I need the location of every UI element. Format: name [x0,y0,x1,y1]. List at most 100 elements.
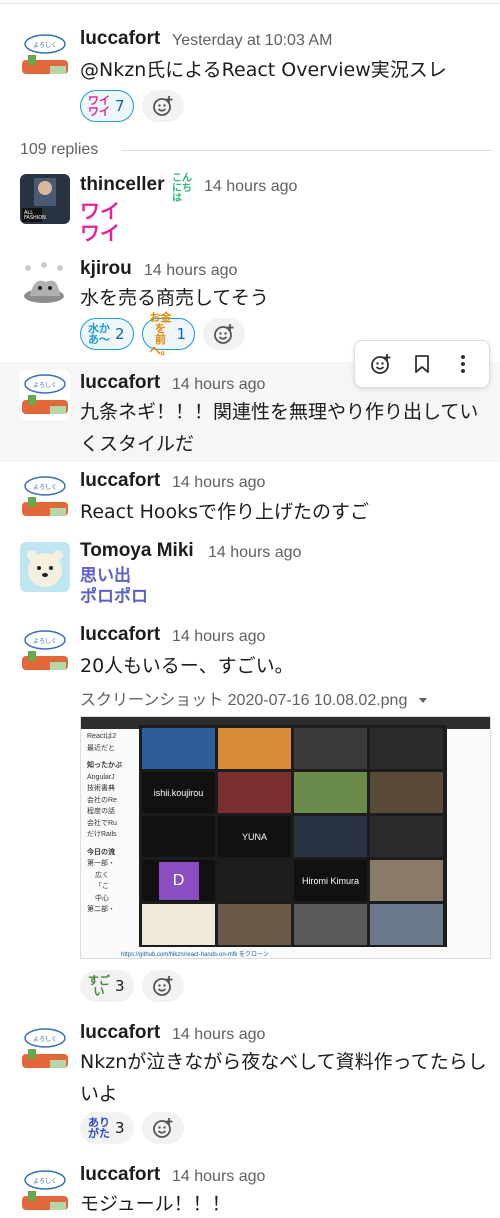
author-name[interactable]: thinceller [80,174,164,196]
video-tile [370,904,443,945]
timestamp[interactable]: 14 hours ago [172,474,265,492]
author-name[interactable]: luccafort [80,28,160,50]
message-text: React Hooksで作り上げたのすご [80,501,370,523]
more-actions[interactable] [447,348,479,380]
video-tile [294,772,367,813]
reaction-emoji: ワイ ワイ [88,94,110,118]
timestamp[interactable]: 14 hours ago [208,544,301,562]
video-tile [218,904,291,945]
author-name[interactable]: luccafort [80,1164,160,1186]
reaction-emoji: お金を 前へ。 [149,311,172,357]
timestamp[interactable]: 14 hours ago [172,1168,265,1186]
timestamp[interactable]: 14 hours ago [172,1026,265,1044]
big-emoji-line: ワイ [80,199,120,223]
reaction-pill[interactable]: お金を 前へ。 1 [141,312,196,356]
reaction-emoji: あり がた [88,1116,110,1140]
big-emoji-line: 思い出 [80,566,131,586]
video-tile [370,772,443,813]
file-image-preview[interactable]: Reactは2 最近だと 知ったかぶ AngularJ 技術書典 会社のRe 程… [80,716,491,959]
top-divider [0,0,500,4]
add-reaction-icon [214,324,234,344]
message[interactable]: Tomoya Miki 14 hours ago 思い出 ポロポロ [0,534,500,616]
message-text: @Nkzn氏によるReact Overview実況スレ [80,59,447,81]
video-tile [218,772,291,813]
add-reaction-button[interactable] [203,318,246,350]
avatar[interactable] [20,542,70,592]
video-tile [142,728,215,769]
author-name[interactable]: kjirou [80,258,132,280]
message[interactable]: よろしく luccafort 14 hours ago モジュール！！！ [0,1160,500,1218]
reactions: すご い 3 [80,970,184,1002]
svg-text:よろしく: よろしく [33,484,57,491]
video-tile [142,816,215,857]
video-tile [218,728,291,769]
reaction-emoji: 水か あ〜 [88,322,110,346]
big-emoji-line: ワイ [80,221,120,245]
reaction-pill[interactable]: 水か あ〜 2 [80,318,134,350]
message-text: 20人もいるー、すごい。 [80,655,294,677]
avatar[interactable]: よろしく [20,1024,70,1074]
video-tile [370,860,443,901]
avatar[interactable]: よろしく [20,370,70,420]
author-name[interactable]: luccafort [80,372,160,394]
video-tile: ishii.koujirou [142,772,215,813]
message[interactable]: よろしく luccafort Yesterday at 10:03 AM @Nk… [0,22,500,128]
message[interactable]: よろしく luccafort 14 hours ago Nkznが泣きながら夜な… [0,1016,500,1152]
avatar[interactable]: よろしく [20,1166,70,1216]
reaction-count: 1 [176,325,187,343]
reactions: あり がた 3 [80,1112,184,1144]
author-name[interactable]: luccafort [80,624,160,646]
reaction-count: 3 [115,1119,125,1137]
message-text: 九条ネギ！！！関連性を無理やり作り出していくスタイルだ [80,401,479,455]
reaction-emoji: すご い [88,974,110,998]
participant-initial: D [158,861,199,900]
add-reaction-icon [152,96,173,116]
timestamp[interactable]: 14 hours ago [144,262,237,280]
message[interactable]: よろしく luccafort 14 hours ago 20人もいるー、すごい。… [0,618,500,1008]
message[interactable]: ALL FASHION thinceller こんにちは 14 hours ago… [0,168,500,246]
reaction-pill[interactable]: すご い 3 [80,970,134,1002]
add-reaction-action[interactable] [365,348,397,380]
avatar[interactable]: よろしく [20,626,70,676]
reaction-pill[interactable]: ワイ ワイ 7 [80,90,134,122]
timestamp[interactable]: Yesterday at 10:03 AM [172,32,332,50]
video-tile [294,728,367,769]
add-reaction-button[interactable] [141,90,184,122]
add-reaction-button[interactable] [141,970,184,1002]
message[interactable]: よろしく luccafort 14 hours ago React Hooksで… [0,464,500,530]
author-name[interactable]: Tomoya Miki [80,540,194,562]
big-emoji: ワイ ワイ [80,200,120,244]
big-emoji: 思い出 ポロポロ [80,566,148,608]
status-emoji: こんにちは [172,173,192,204]
timestamp[interactable]: 14 hours ago [172,376,265,394]
author-name[interactable]: luccafort [80,470,160,492]
timestamp[interactable]: 14 hours ago [172,628,265,646]
video-grid: ishii.koujirou YUNA D Hiromi Kimura [139,725,447,947]
file-name-text: スクリーンショット 2020-07-16 10.08.02.png [80,692,408,709]
timestamp[interactable]: 14 hours ago [204,178,297,196]
video-tile [142,904,215,945]
svg-text:よろしく: よろしく [33,1178,57,1185]
avatar[interactable]: よろしく [20,472,70,522]
avatar[interactable]: よろしく [20,30,70,80]
reactions: ワイ ワイ 7 [80,90,184,122]
message-text: モジュール！！！ [80,1193,231,1215]
replies-count: 109 replies [20,141,99,158]
video-tile [294,816,367,857]
reaction-pill[interactable]: あり がた 3 [80,1112,134,1144]
doc-link: https://github.com/Nkzn/react-hands-on-m… [121,952,269,958]
author-name[interactable]: luccafort [80,1022,160,1044]
more-vertical-icon [460,355,465,373]
big-emoji-line: ポロポロ [80,587,148,607]
avatar[interactable]: ALL FASHION [20,174,70,224]
add-reaction-icon [152,1118,173,1138]
svg-text:よろしく: よろしく [33,1036,57,1043]
avatar[interactable] [20,260,70,310]
video-tile [294,904,367,945]
file-name[interactable]: スクリーンショット 2020-07-16 10.08.02.png [80,686,428,710]
save-action[interactable] [406,348,438,380]
add-reaction-button[interactable] [141,1112,184,1144]
add-reaction-icon [152,976,173,996]
svg-text:よろしく: よろしく [33,638,57,645]
video-tile: D [142,860,215,901]
